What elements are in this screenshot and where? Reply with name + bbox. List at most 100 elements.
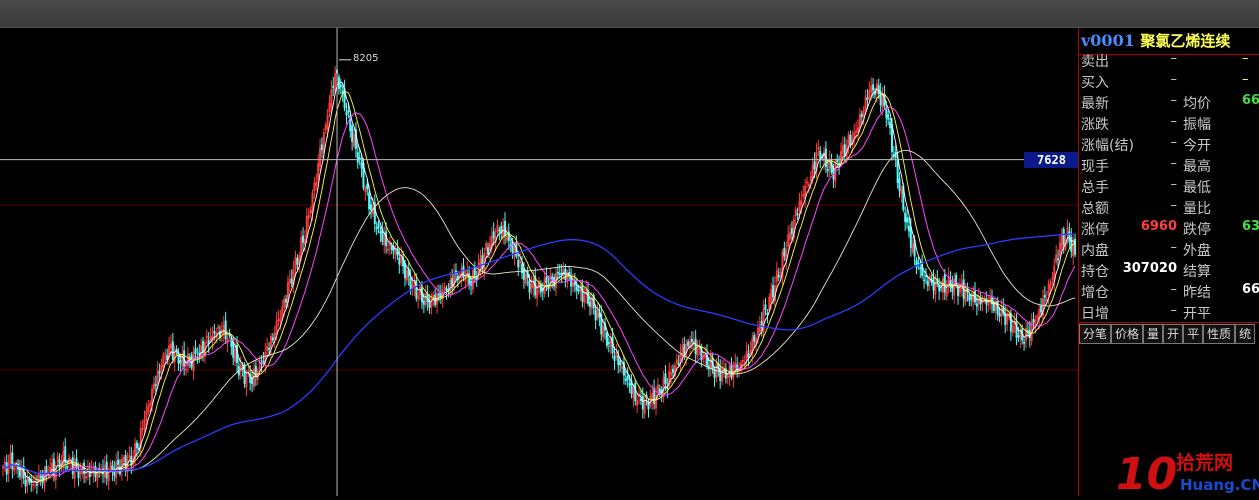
candle-body — [690, 338, 693, 343]
candle-body — [171, 341, 174, 360]
candle-body — [487, 247, 490, 255]
candle-body — [560, 272, 563, 275]
candle-body — [687, 341, 690, 346]
candle-body — [385, 231, 388, 247]
candle-body — [998, 313, 1001, 317]
candle-body — [451, 278, 454, 287]
candle-body — [545, 276, 548, 283]
quote-label-2: 今开 — [1183, 138, 1211, 154]
logo-cn: 拾荒网 — [1176, 451, 1233, 474]
candle-body — [251, 379, 254, 385]
candle-body — [498, 229, 501, 232]
tab-1[interactable]: 价格 — [1111, 324, 1144, 344]
candle-body — [117, 459, 120, 465]
quote-label: 总额 — [1081, 201, 1109, 217]
contract-title: v0001 聚氯乙烯连续 — [1081, 30, 1259, 52]
quote-value-2: 63 — [1242, 219, 1259, 234]
tab-3[interactable]: 开 — [1163, 324, 1184, 344]
candle-body — [398, 257, 401, 265]
candle-body — [403, 263, 406, 279]
candle-body — [772, 285, 775, 298]
quote-value: – — [1170, 156, 1178, 171]
candle-body — [71, 457, 74, 475]
candle-body — [473, 266, 476, 276]
candle-body — [639, 398, 642, 401]
quote-row: 涨幅(结) – 今开 — [1079, 135, 1259, 156]
candle-body — [747, 353, 750, 358]
peak-price-label: 8205 — [353, 52, 379, 64]
candle-body — [1023, 341, 1026, 344]
candle-body — [296, 258, 299, 265]
candle-body — [887, 114, 890, 120]
candle-body — [268, 347, 271, 350]
candle-body — [1057, 258, 1060, 261]
candle-body — [556, 271, 559, 274]
candle-body — [224, 320, 227, 339]
candle-body — [528, 280, 531, 293]
quote-value: – — [1170, 177, 1178, 192]
candle-body — [783, 247, 786, 257]
tab-0[interactable]: 分笔 — [1079, 324, 1112, 344]
candle-body — [345, 111, 348, 116]
candle-body — [641, 395, 644, 410]
candle-body — [58, 459, 61, 469]
candlestick-chart[interactable] — [0, 28, 1078, 496]
quote-value: 307020 — [1122, 261, 1177, 276]
tab-4[interactable]: 平 — [1183, 324, 1204, 344]
candle-body — [619, 360, 622, 366]
candle-body — [919, 267, 922, 270]
candle-body — [664, 373, 667, 385]
quote-row: 持仓 307020 结算 — [1079, 261, 1259, 282]
candle-body — [777, 274, 780, 278]
candle-body — [370, 204, 373, 210]
candle-body — [943, 274, 946, 293]
watermark-logo: 10 拾荒网 Huang.CN — [1114, 445, 1259, 500]
quote-row: 涨跌 – 振幅 — [1079, 114, 1259, 135]
candle-body — [766, 312, 769, 315]
candle-body — [923, 279, 926, 282]
candle-body — [285, 298, 288, 303]
quote-label: 增仓 — [1081, 285, 1109, 301]
candle-body — [896, 160, 899, 183]
candle-body — [628, 383, 631, 386]
candle-body — [522, 268, 525, 280]
candle-body — [551, 276, 554, 280]
tab-6[interactable]: 统 — [1235, 324, 1256, 344]
candle-body — [1040, 305, 1043, 313]
quote-label: 总手 — [1081, 180, 1109, 196]
quote-panel: v0001 聚氯乙烯连续 卖出 – – 买入 – – 最新 – 均价 66 涨跌 – 振幅 涨幅(结) – 今… — [1078, 28, 1259, 496]
ma60-line — [2, 149, 1076, 475]
tab-5[interactable]: 性质 — [1203, 324, 1236, 344]
candle-body — [957, 287, 960, 296]
quote-value: 6960 — [1140, 219, 1177, 234]
candle-body — [694, 338, 697, 355]
candle-body — [975, 303, 978, 307]
tab-2[interactable]: 量 — [1143, 324, 1164, 344]
chart-canvas[interactable] — [0, 28, 1078, 496]
candle-body — [575, 284, 578, 291]
candle-body — [360, 162, 363, 169]
logo-icon: 10 拾荒网 Huang.CN — [1116, 449, 1259, 500]
candle-body — [302, 235, 305, 243]
candle-body — [179, 359, 182, 364]
candle-body — [753, 335, 756, 342]
candle-body — [970, 297, 973, 300]
candle-body — [124, 455, 127, 471]
candle-body — [379, 231, 382, 234]
candle-body — [624, 378, 627, 382]
logo-en: Huang.CN — [1180, 476, 1259, 494]
candle-body — [504, 220, 507, 237]
panel-divider — [1079, 322, 1259, 323]
candle-body — [377, 223, 380, 229]
quote-value: – — [1170, 240, 1178, 255]
candle-body — [594, 309, 597, 321]
quote-row: 总额 – 量比 — [1079, 198, 1259, 219]
quote-label: 持仓 — [1081, 264, 1109, 280]
quote-label-2: 量比 — [1183, 201, 1211, 217]
candle-body — [219, 330, 222, 338]
quote-row: 内盘 – 外盘 — [1079, 240, 1259, 261]
candle-body — [262, 360, 265, 363]
candle-body — [375, 227, 378, 230]
candle-body — [409, 277, 412, 291]
candle-body — [481, 255, 484, 269]
